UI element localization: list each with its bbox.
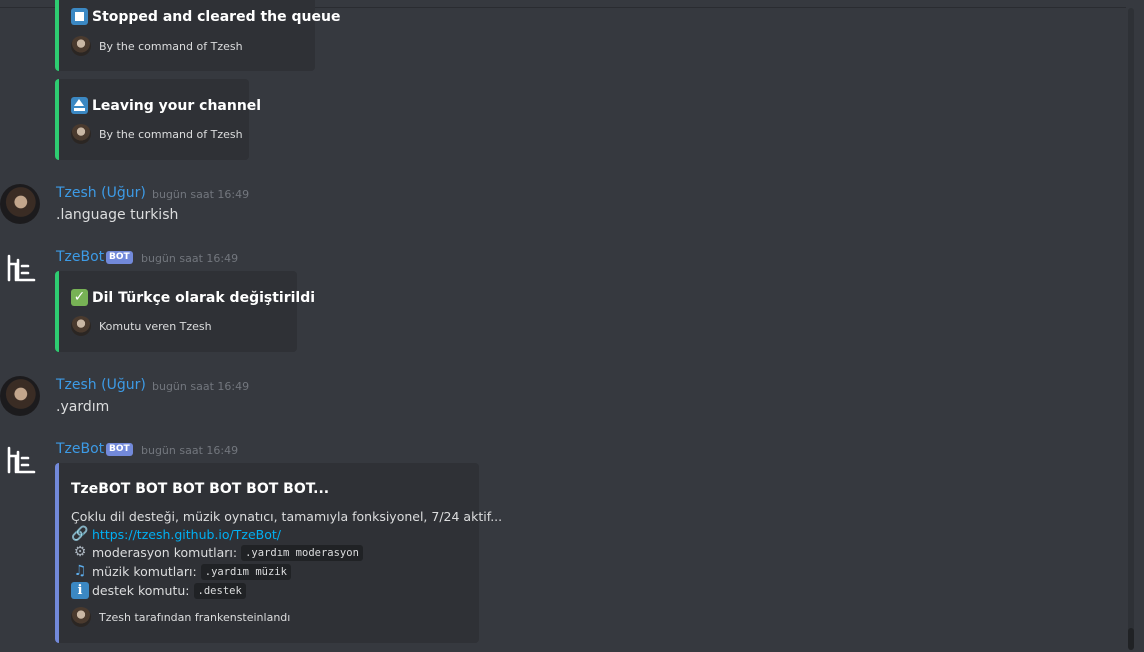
embed-title-text: Dil Türkçe olarak değiştirildi	[92, 289, 316, 306]
username[interactable]: TzeBot	[56, 249, 104, 265]
embed-footer-text: By the command of Tzesh	[99, 127, 243, 141]
help-line-music: ♫ müzik komutları: .yardım müzik	[71, 563, 291, 580]
timestamp: bugün saat 16:49	[152, 380, 250, 393]
embed-footer-text: By the command of Tzesh	[99, 39, 243, 53]
timestamp: bugün saat 16:49	[152, 188, 250, 201]
embed-footer: By the command of Tzesh	[71, 124, 243, 144]
embed-footer-text: Komutu veren Tzesh	[99, 319, 212, 333]
embed-footer-text: Tzesh tarafından frankensteinlandı	[99, 610, 291, 624]
inline-code: .yardım moderasyon	[241, 544, 363, 561]
help-line-moderation: ⚙ moderasyon komutları: .yardım moderasy…	[71, 544, 363, 561]
github-link[interactable]: https://tzesh.github.io/TzeBot/	[92, 527, 281, 542]
embed-footer: By the command of Tzesh	[71, 36, 243, 56]
embed-help: TzeBOT BOT BOT BOT BOT BOT... Çoklu dil …	[55, 463, 502, 643]
embed-title: Leaving your channel	[71, 97, 261, 114]
embed-link-line: 🔗 https://tzesh.github.io/TzeBot/	[71, 526, 281, 543]
info-icon: i	[71, 582, 89, 599]
stop-button-icon	[71, 8, 88, 25]
inline-code: .destek	[193, 582, 246, 599]
message-text: .yardım	[56, 399, 110, 415]
bot-badge: BOT	[106, 251, 133, 264]
footer-avatar	[71, 36, 91, 56]
scrollbar-thumb[interactable]	[1128, 628, 1134, 650]
embed-title: ✓ Dil Türkçe olarak değiştirildi	[71, 289, 315, 306]
scrollbar-track[interactable]	[1128, 8, 1134, 648]
check-mark-icon: ✓	[71, 289, 88, 306]
help-line-label: müzik komutları:	[92, 564, 197, 579]
link-icon: 🔗	[71, 526, 89, 542]
embed-footer: Tzesh tarafından frankensteinlandı	[71, 607, 290, 627]
username[interactable]: Tzesh (Uğur)	[56, 377, 146, 393]
avatar[interactable]	[0, 184, 40, 224]
embed-description: Çoklu dil desteği, müzik oynatıcı, tamam…	[71, 509, 503, 524]
embed-title-text: Stopped and cleared the queue	[92, 8, 341, 25]
help-line-support: i destek komutu: .destek	[71, 582, 246, 599]
eject-button-icon	[71, 97, 88, 114]
footer-avatar	[71, 607, 91, 627]
username[interactable]: TzeBot	[56, 441, 104, 457]
embed-title: TzeBOT BOT BOT BOT BOT BOT...	[71, 481, 330, 497]
embed-leaving-channel: Leaving your channel By the command of T…	[55, 79, 261, 160]
bot-avatar[interactable]	[4, 252, 36, 284]
embed-footer: Komutu veren Tzesh	[71, 316, 212, 336]
username[interactable]: Tzesh (Uğur)	[56, 185, 146, 201]
embed-stopped-queue: Stopped and cleared the queue By the com…	[55, 0, 340, 71]
help-line-label: destek komutu:	[92, 583, 190, 598]
embed-language-changed: ✓ Dil Türkçe olarak değiştirildi Komutu …	[55, 271, 315, 352]
gear-icon: ⚙	[73, 544, 87, 560]
inline-code: .yardım müzik	[200, 563, 291, 580]
footer-avatar	[71, 124, 91, 144]
bot-badge: BOT	[106, 443, 133, 456]
timestamp: bugün saat 16:49	[141, 252, 239, 265]
music-notes-icon: ♫	[73, 563, 87, 579]
embed-title-text: Leaving your channel	[92, 97, 262, 114]
message-text: .language turkish	[56, 207, 179, 223]
timestamp: bugün saat 16:49	[141, 444, 239, 457]
embed-title: Stopped and cleared the queue	[71, 8, 340, 25]
help-line-label: moderasyon komutları:	[92, 545, 238, 560]
avatar[interactable]	[0, 376, 40, 416]
footer-avatar	[71, 316, 91, 336]
bot-avatar[interactable]	[4, 444, 36, 476]
